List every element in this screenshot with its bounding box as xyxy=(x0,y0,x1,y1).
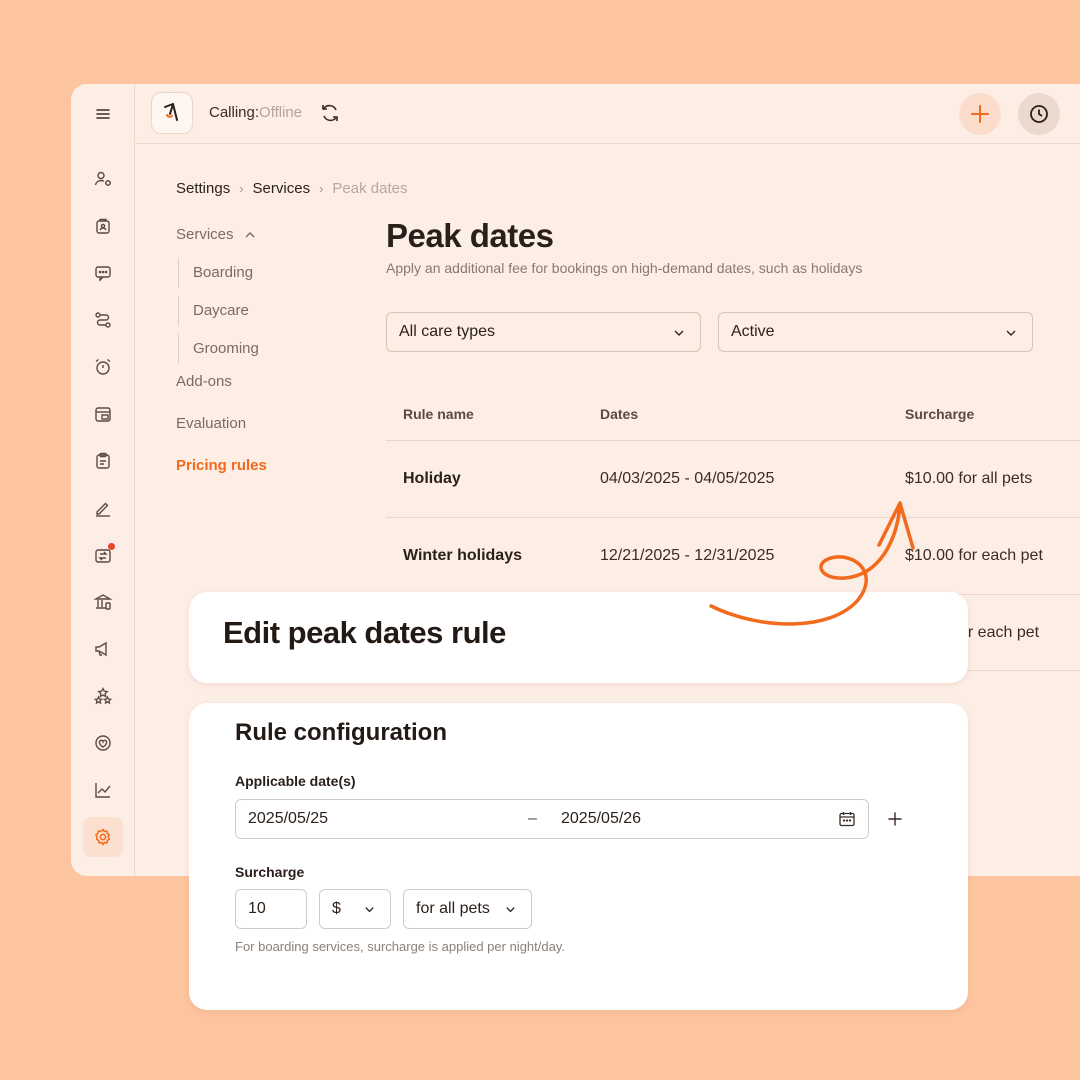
row-2-surcharge: $10.00 for each pet xyxy=(905,547,1043,564)
settings-gear-icon[interactable] xyxy=(83,817,123,857)
page-title: Peak dates xyxy=(386,217,554,254)
calendar-kennel-icon[interactable] xyxy=(83,394,123,434)
surcharge-amount-input[interactable]: 10 xyxy=(235,889,307,929)
table-divider xyxy=(386,440,1080,441)
column-header-surcharge[interactable]: Surcharge xyxy=(905,406,974,422)
column-header-dates[interactable]: Dates xyxy=(600,406,638,422)
bookings-bag-icon[interactable] xyxy=(83,206,123,246)
row-2-name[interactable]: Winter holidays xyxy=(403,547,522,565)
calling-status: Calling:Offline xyxy=(209,104,302,121)
add-button[interactable] xyxy=(959,93,1001,135)
care-type-select[interactable]: All care types xyxy=(386,312,701,352)
top-bar: Calling:Offline xyxy=(135,84,1080,144)
subnav-addons[interactable]: Add-ons xyxy=(176,373,232,390)
edit-rule-title: Edit peak dates rule xyxy=(223,615,506,650)
breadcrumb-peak-dates: Peak dates xyxy=(332,180,408,197)
row-3-surcharge: or each pet xyxy=(959,624,1040,641)
row-1-surcharge: $10.00 for all pets xyxy=(905,470,1033,487)
row-1-name[interactable]: Holiday xyxy=(403,470,461,488)
page-description: Apply an additional fee for bookings on … xyxy=(386,260,863,276)
subnav-services-label: Services xyxy=(176,226,234,243)
edit-rule-card: Edit peak dates rule xyxy=(189,592,968,683)
calling-label: Calling: xyxy=(209,104,260,121)
customers-icon[interactable] xyxy=(83,159,123,199)
bank-icon[interactable] xyxy=(83,582,123,622)
chevron-up-icon xyxy=(245,232,255,238)
megaphone-icon[interactable] xyxy=(83,629,123,669)
chevron-down-icon xyxy=(506,907,515,913)
notification-dot xyxy=(108,543,115,550)
subnav-daycare[interactable]: Daycare xyxy=(178,296,249,326)
status-value: Active xyxy=(731,323,775,340)
subnav-evaluation[interactable]: Evaluation xyxy=(176,415,246,432)
currency-select[interactable]: $ xyxy=(319,889,391,929)
edit-pen-icon[interactable] xyxy=(83,488,123,528)
breadcrumb: Settings › Services › Peak dates xyxy=(176,180,407,197)
calling-status-value: Offline xyxy=(259,104,303,121)
clipboard-icon[interactable] xyxy=(83,441,123,481)
breadcrumb-services[interactable]: Services xyxy=(253,180,311,197)
applies-to-value: for all pets xyxy=(416,900,490,917)
clock-icon xyxy=(1030,105,1048,123)
applies-to-select[interactable]: for all pets xyxy=(403,889,532,929)
chevron-down-icon xyxy=(1006,330,1016,337)
column-header-rule-name[interactable]: Rule name xyxy=(403,406,474,422)
plus-icon xyxy=(971,105,989,123)
start-date-value[interactable]: 2025/05/25 xyxy=(248,810,328,828)
menu-icon[interactable] xyxy=(83,94,123,134)
end-date-value[interactable]: 2025/05/26 xyxy=(561,810,641,828)
chevron-down-icon xyxy=(674,330,684,337)
care-type-value: All care types xyxy=(399,323,496,340)
status-select[interactable]: Active xyxy=(718,312,1033,352)
routes-icon[interactable] xyxy=(83,300,123,340)
chevron-right-icon: › xyxy=(319,181,324,196)
analytics-icon[interactable] xyxy=(83,770,123,810)
app-logo[interactable] xyxy=(151,92,193,134)
row-1-dates: 04/03/2025 - 04/05/2025 xyxy=(600,470,775,487)
date-range-input[interactable]: 2025/05/25 – 2025/05/26 xyxy=(235,799,869,839)
table-divider xyxy=(386,517,1080,518)
surcharge-label: Surcharge xyxy=(235,864,305,880)
date-range-dash: – xyxy=(528,810,537,827)
currency-value: $ xyxy=(332,900,341,917)
row-2-dates: 12/21/2025 - 12/31/2025 xyxy=(600,547,775,564)
chevron-down-icon xyxy=(365,907,374,913)
rule-configuration-title: Rule configuration xyxy=(235,719,447,746)
loyalty-heart-icon[interactable] xyxy=(83,723,123,763)
chevron-right-icon: › xyxy=(239,181,244,196)
messages-icon[interactable] xyxy=(83,253,123,293)
applicable-dates-label: Applicable date(s) xyxy=(235,773,356,789)
breadcrumb-settings[interactable]: Settings xyxy=(176,180,230,197)
subnav-grooming[interactable]: Grooming xyxy=(178,334,259,364)
transfers-icon[interactable] xyxy=(83,535,123,575)
icon-rail xyxy=(71,84,135,876)
subnav-pricing-rules[interactable]: Pricing rules xyxy=(176,457,267,474)
surcharge-hint: For boarding services, surcharge is appl… xyxy=(235,939,565,954)
add-date-plus-icon[interactable] xyxy=(887,811,903,827)
subnav-services[interactable]: Services xyxy=(176,226,256,243)
stars-icon[interactable] xyxy=(83,676,123,716)
history-button[interactable] xyxy=(1018,93,1060,135)
subnav-boarding[interactable]: Boarding xyxy=(178,258,253,288)
rule-configuration-card: Rule configuration Applicable date(s) 20… xyxy=(189,703,968,1010)
alarm-icon[interactable] xyxy=(83,347,123,387)
refresh-icon[interactable] xyxy=(319,102,341,124)
calendar-icon[interactable] xyxy=(838,810,856,828)
